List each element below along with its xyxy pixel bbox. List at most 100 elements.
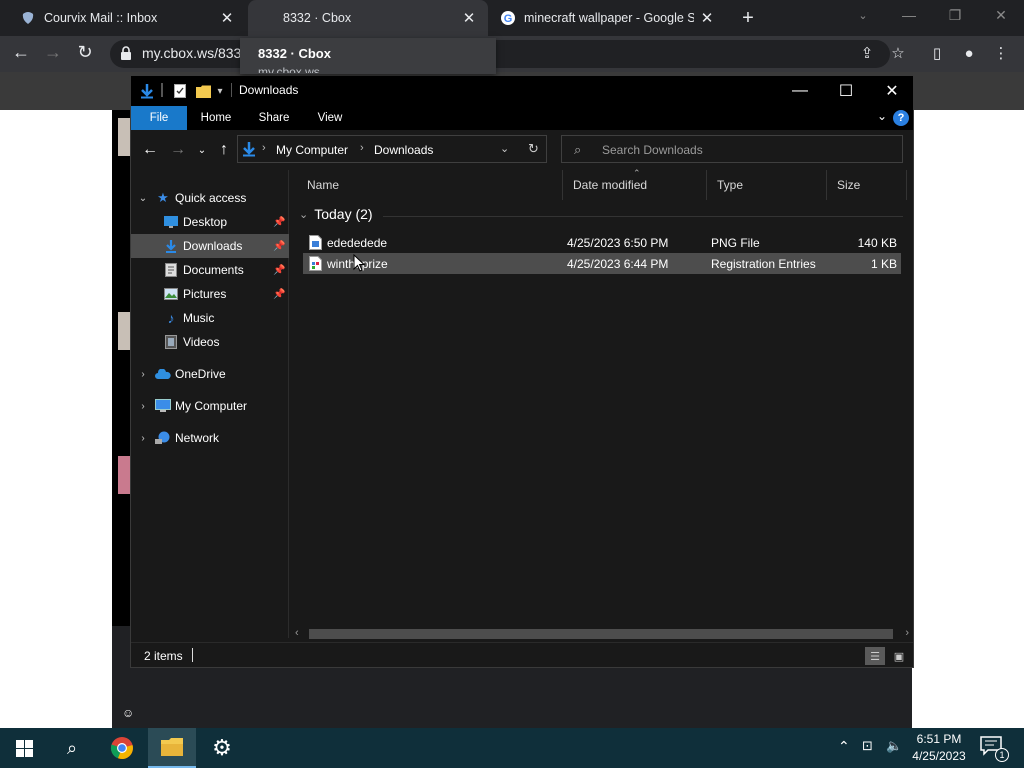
tab-google-search[interactable]: G minecraft wallpaper - Google Search ✕ xyxy=(490,0,726,36)
nav-label: Downloads xyxy=(183,239,243,253)
scroll-right-icon[interactable]: › xyxy=(905,627,909,639)
scroll-left-icon[interactable]: ‹ xyxy=(295,627,299,639)
column-header-date[interactable]: Date modified xyxy=(563,170,707,200)
nav-label: Desktop xyxy=(183,215,228,229)
tab-home[interactable]: Home xyxy=(191,106,241,130)
chevron-down-icon[interactable]: ⌄ xyxy=(299,208,308,221)
expand-ribbon-icon[interactable]: ⌄ xyxy=(877,109,887,123)
horizontal-scrollbar[interactable]: ‹ › xyxy=(291,626,913,642)
nav-my-computer[interactable]: › My Computer xyxy=(131,394,289,418)
new-folder-icon[interactable] xyxy=(195,83,211,99)
column-header-type[interactable]: Type xyxy=(707,170,827,200)
forward-icon[interactable]: → xyxy=(40,39,66,65)
start-button[interactable] xyxy=(0,728,48,768)
download-arrow-icon xyxy=(163,238,179,254)
help-icon[interactable]: ? xyxy=(893,110,909,126)
nav-label: Network xyxy=(175,431,220,445)
file-row[interactable]: edededede 4/25/2023 6:50 PM PNG File 140… xyxy=(303,232,901,253)
nav-onedrive[interactable]: › OneDrive xyxy=(131,362,289,386)
chevron-down-icon[interactable]: ⌄ xyxy=(500,142,509,155)
file-explorer-taskbar-button[interactable] xyxy=(148,728,196,768)
reload-icon[interactable]: ↻ xyxy=(72,39,98,65)
back-icon[interactable]: ← xyxy=(8,39,34,65)
system-clock[interactable]: 6:51 PM 4/25/2023 xyxy=(906,731,972,765)
tab-view[interactable]: View xyxy=(305,106,355,130)
settings-gear-icon[interactable]: ⚙ xyxy=(198,728,246,768)
chevron-right-icon[interactable]: › xyxy=(137,369,149,380)
recent-locations-icon[interactable]: ⌄ xyxy=(191,140,213,160)
column-header-name[interactable]: Name ⌃ xyxy=(297,168,641,200)
side-panel-icon[interactable]: ▯ xyxy=(926,42,948,64)
windows-taskbar: ⌕ ⚙ ⌃ ⊡ 🔈 6:51 PM 4/25/2023 1 xyxy=(0,728,1024,768)
chat-avatar xyxy=(118,456,130,494)
lock-icon xyxy=(120,46,134,62)
close-window-icon[interactable]: ✕ xyxy=(869,76,915,106)
nav-quick-access[interactable]: ⌄ ★ Quick access xyxy=(131,186,289,210)
search-box[interactable]: ⌕ Search Downloads xyxy=(561,135,903,163)
divider xyxy=(161,83,163,97)
pin-icon[interactable]: 📌 xyxy=(273,217,285,228)
show-hidden-icons-icon[interactable]: ⌃ xyxy=(838,738,850,755)
network-status-icon[interactable]: ⊡ xyxy=(862,738,873,754)
nav-item-downloads[interactable]: Downloads 📌 xyxy=(131,234,289,258)
file-date: 4/25/2023 6:50 PM xyxy=(567,236,669,250)
pin-icon[interactable]: 📌 xyxy=(273,265,285,276)
search-icon[interactable]: ⌕ xyxy=(48,728,96,768)
maximize-icon[interactable]: ☐ xyxy=(823,76,869,106)
nav-item-desktop[interactable]: Desktop 📌 xyxy=(131,210,289,234)
download-arrow-icon xyxy=(242,141,258,157)
chevron-down-icon[interactable]: ⌄ xyxy=(137,193,149,204)
share-icon[interactable]: ⇪ xyxy=(856,42,878,64)
customize-toolbar-icon[interactable]: ▾ xyxy=(215,83,225,99)
address-bar[interactable]: › My Computer › Downloads ⌄ ↻ xyxy=(237,135,547,163)
nav-item-music[interactable]: ♪ Music xyxy=(131,306,289,330)
pin-icon[interactable]: 📌 xyxy=(273,241,285,252)
nav-item-pictures[interactable]: Pictures 📌 xyxy=(131,282,289,306)
minimize-icon[interactable]: — xyxy=(886,0,932,30)
pin-icon[interactable]: 📌 xyxy=(273,289,285,300)
file-explorer-window: ▾ Downloads — ☐ ✕ File Home Share View ⌄… xyxy=(130,75,914,668)
tab-search-icon[interactable]: ⌄ xyxy=(840,0,886,30)
up-icon[interactable]: ↑ xyxy=(213,140,235,160)
tab-share[interactable]: Share xyxy=(249,106,299,130)
nav-label: Music xyxy=(183,311,215,325)
bookmark-star-icon[interactable]: ☆ xyxy=(887,42,909,64)
new-tab-button[interactable]: + xyxy=(736,6,760,30)
chevron-right-icon[interactable]: › xyxy=(137,401,149,412)
large-icons-view-icon[interactable]: ▣ xyxy=(889,647,909,665)
scrollbar-thumb[interactable] xyxy=(309,629,893,639)
tab-file[interactable]: File xyxy=(131,106,187,130)
forward-icon[interactable]: → xyxy=(167,140,189,160)
profile-icon[interactable]: ● xyxy=(958,42,980,64)
breadcrumb-chevron-icon[interactable]: › xyxy=(360,142,364,154)
file-row[interactable]: wintheprize 4/25/2023 6:44 PM Registrati… xyxy=(303,253,901,274)
divider xyxy=(383,216,903,217)
details-view-icon[interactable]: ☰ xyxy=(865,647,885,665)
minimize-icon[interactable]: — xyxy=(777,76,823,106)
tab-cbox[interactable]: 8332 · Cbox ✕ xyxy=(248,0,488,36)
tooltip-url: my.cbox.ws xyxy=(258,65,320,73)
close-icon[interactable]: ✕ xyxy=(218,9,236,27)
group-header-today[interactable]: ⌄ Today (2) xyxy=(299,206,373,222)
nav-item-videos[interactable]: Videos xyxy=(131,330,289,354)
breadcrumb-my-computer[interactable]: My Computer xyxy=(276,143,348,157)
emoji-icon[interactable]: ☺ xyxy=(122,706,136,720)
column-header-size[interactable]: Size xyxy=(827,170,907,200)
menu-kebab-icon[interactable]: ⋮ xyxy=(990,42,1012,64)
close-window-icon[interactable]: ✕ xyxy=(978,0,1024,30)
close-icon[interactable]: ✕ xyxy=(460,9,478,27)
nav-network[interactable]: › Network xyxy=(131,426,289,450)
properties-icon[interactable] xyxy=(173,83,187,99)
url-text[interactable]: my.cbox.ws/833 xyxy=(142,45,241,61)
nav-item-documents[interactable]: Documents 📌 xyxy=(131,258,289,282)
tab-courvix-mail[interactable]: Courvix Mail :: Inbox ✕ xyxy=(0,0,246,36)
restore-icon[interactable]: ❐ xyxy=(932,0,978,30)
breadcrumb-chevron-icon[interactable]: › xyxy=(262,142,266,154)
refresh-icon[interactable]: ↻ xyxy=(528,141,539,157)
close-icon[interactable]: ✕ xyxy=(698,9,716,27)
breadcrumb-downloads[interactable]: Downloads xyxy=(374,143,433,157)
volume-icon[interactable]: 🔈 xyxy=(886,738,902,754)
chevron-right-icon[interactable]: › xyxy=(137,433,149,444)
back-icon[interactable]: ← xyxy=(139,140,161,160)
chrome-taskbar-button[interactable] xyxy=(98,728,146,768)
